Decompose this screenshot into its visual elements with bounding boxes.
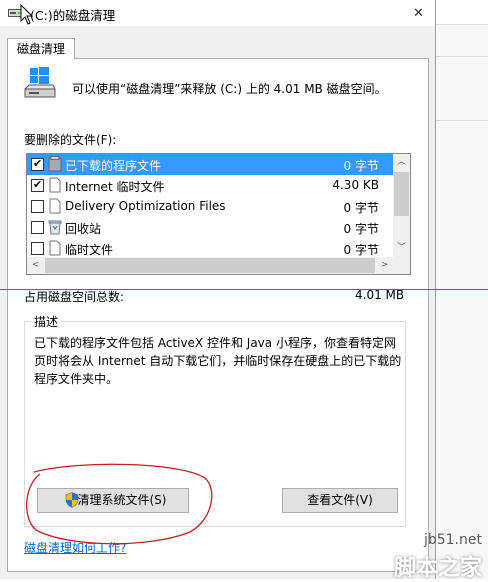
vertical-scrollbar[interactable]: ︿ ﹀ xyxy=(393,154,410,257)
checkbox[interactable]: ✔ xyxy=(31,157,44,171)
windows-drive-icon xyxy=(24,67,56,98)
view-files-button[interactable]: 查看文件(V) xyxy=(282,488,398,513)
file-name: 临时文件 xyxy=(65,243,114,257)
scrollbar-corner xyxy=(393,257,410,274)
help-link[interactable]: 磁盘清理如何工作? xyxy=(24,539,126,556)
file-size: 0 字节 xyxy=(343,222,379,236)
background-divider xyxy=(436,56,488,57)
scroll-thumb[interactable] xyxy=(394,172,409,216)
list-item[interactable]: Delivery Optimization Files 0 字节 xyxy=(27,196,393,217)
checkbox[interactable]: ✔ xyxy=(31,178,44,192)
checkbox[interactable] xyxy=(31,221,44,234)
close-icon: ✕ xyxy=(413,5,424,21)
file-size: 4.30 KB xyxy=(332,178,379,192)
recycle-bin-icon xyxy=(48,220,62,235)
file-name: Internet 临时文件 xyxy=(65,180,165,194)
window-title: (C:)的磁盘清理 xyxy=(30,8,116,23)
scroll-right-icon[interactable]: > xyxy=(376,257,393,274)
checkbox[interactable] xyxy=(31,200,44,213)
clean-system-files-label: 清理系统文件(S) xyxy=(77,493,167,507)
scroll-down-icon[interactable]: ﹀ xyxy=(393,240,410,257)
watermark-site: jb51.net xyxy=(423,532,482,548)
list-item[interactable]: 回收站 0 字节 xyxy=(27,217,393,238)
total-space-value: 4.01 MB xyxy=(355,288,405,302)
files-to-delete-label: 要删除的文件(F): xyxy=(24,133,117,147)
description-text: 已下载的程序文件包括 ActiveX 控件和 Java 小程序，你查看特定网页时… xyxy=(34,336,402,386)
watermark-brand: 脚本之家 xyxy=(393,556,482,581)
checkbox[interactable] xyxy=(31,242,44,255)
file-size: 0 字节 xyxy=(343,243,379,257)
mouse-cursor-icon xyxy=(20,4,34,25)
file-name: 已下载的程序文件 xyxy=(65,159,162,173)
intro-text: 可以使用“磁盘清理”来释放 (C:) 上的 4.01 MB 磁盘空间。 xyxy=(72,82,387,96)
folder-icon xyxy=(48,156,62,172)
clean-system-files-button[interactable]: 清理系统文件(S) xyxy=(37,488,189,513)
list-item[interactable]: 临时文件 0 字节 xyxy=(27,238,393,259)
annotation-red-line xyxy=(0,289,488,290)
title-bar[interactable]: (C:)的磁盘清理 ✕ xyxy=(0,0,435,26)
list-item[interactable]: ✔ Internet 临时文件 4.30 KB xyxy=(27,175,393,196)
tab-disk-cleanup[interactable]: 磁盘清理 xyxy=(7,38,75,59)
total-space-label: 占用磁盘空间总数: xyxy=(24,290,125,304)
file-list[interactable]: ✔ 已下载的程序文件 0 字节 ✔ Internet 临时文件 4.30 KB … xyxy=(26,153,411,275)
file-name: 回收站 xyxy=(65,222,102,236)
document-icon xyxy=(49,240,61,256)
close-button[interactable]: ✕ xyxy=(402,0,435,26)
scroll-left-icon[interactable]: < xyxy=(27,257,44,274)
background-window-titlebar xyxy=(436,0,488,25)
list-item[interactable]: ✔ 已下载的程序文件 0 字节 xyxy=(27,154,393,175)
scroll-thumb[interactable] xyxy=(45,258,375,273)
file-name: Delivery Optimization Files xyxy=(65,199,226,213)
background-divider xyxy=(436,120,488,121)
file-size: 0 字节 xyxy=(343,159,379,173)
horizontal-scrollbar[interactable]: < > xyxy=(27,257,393,274)
uac-shield-icon xyxy=(65,492,79,508)
document-icon xyxy=(49,198,61,214)
scroll-up-icon[interactable]: ︿ xyxy=(393,154,410,171)
file-size: 0 字节 xyxy=(343,201,379,215)
document-icon xyxy=(49,177,61,193)
description-label: 描述 xyxy=(31,313,62,330)
